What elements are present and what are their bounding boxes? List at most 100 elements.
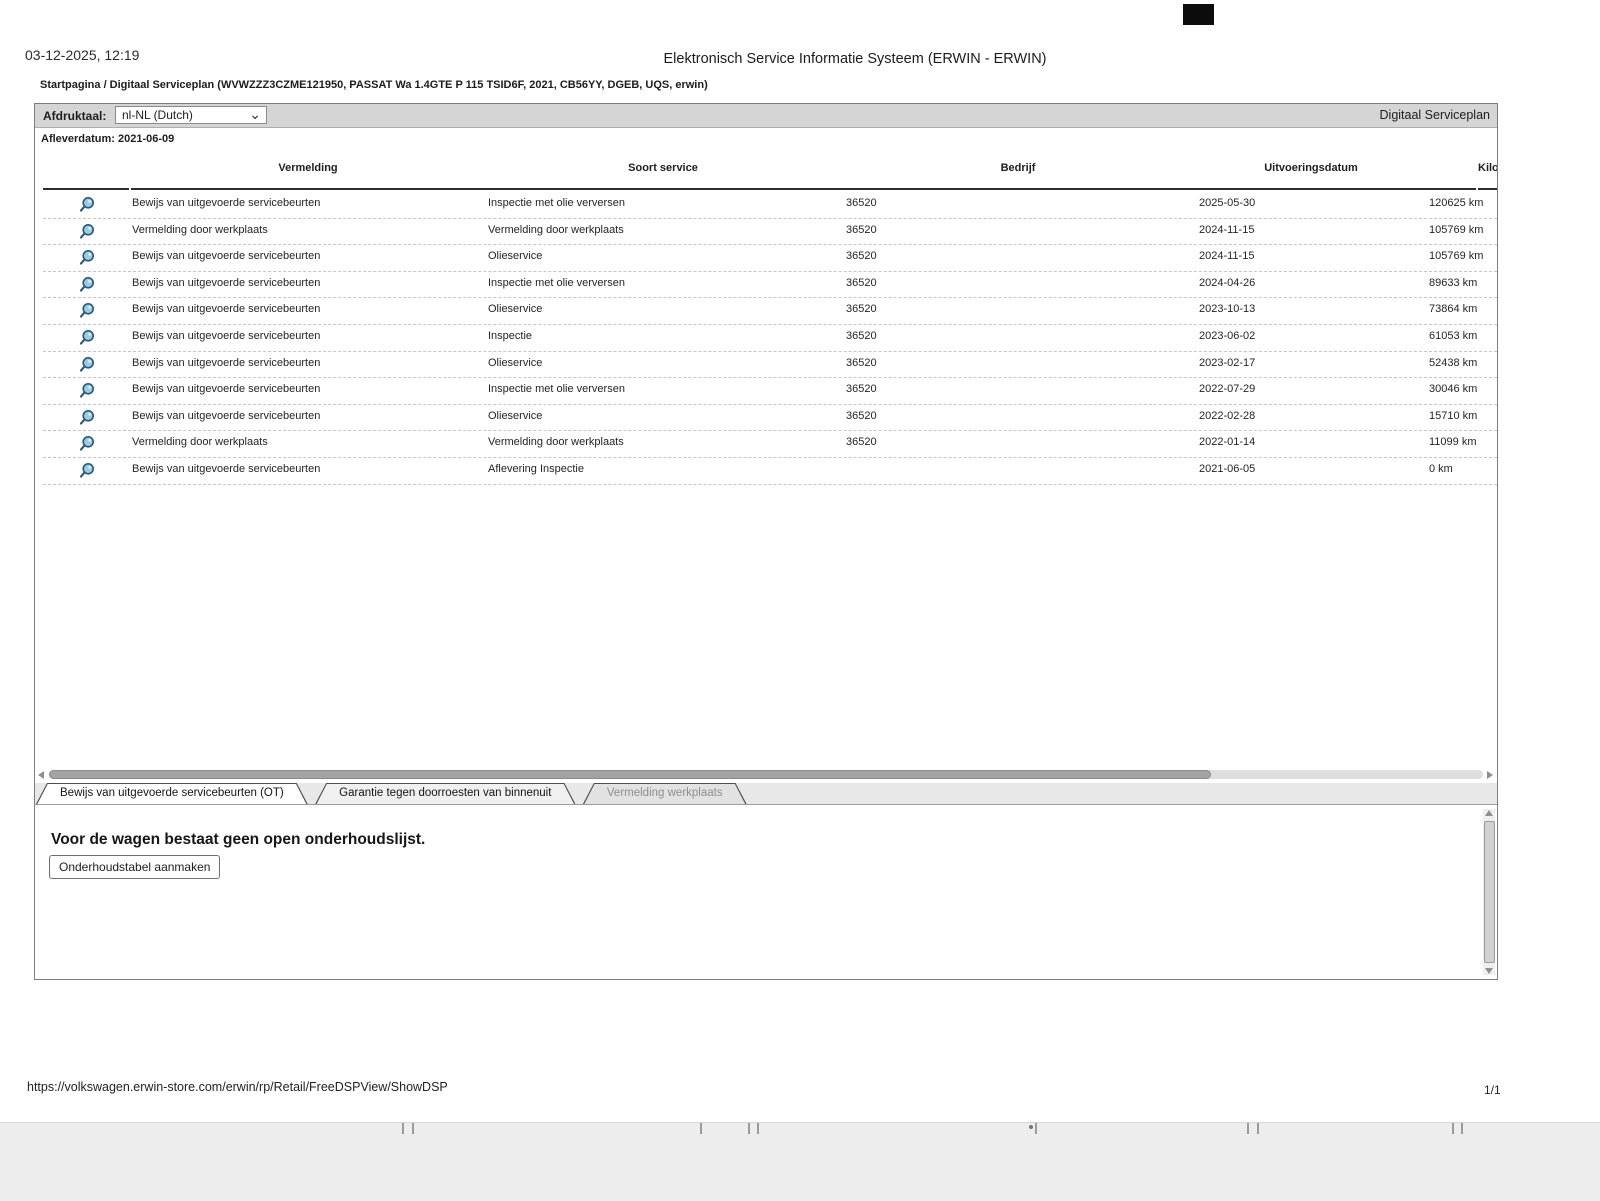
- magnifier-icon[interactable]: [79, 462, 95, 479]
- table-row: Vermelding door werkplaats Vermelding do…: [43, 219, 1497, 246]
- tab-2[interactable]: Garantie tegen doorroesten van binnenuit: [315, 783, 575, 804]
- breadcrumb: Startpagina / Digitaal Serviceplan (WVWZ…: [40, 79, 708, 91]
- row-uitvoeringsdatum: 2024-04-26: [1199, 276, 1256, 289]
- row-vermelding: Bewijs van uitgevoerde servicebeurten: [132, 329, 321, 342]
- scan-artifact-tick: [1461, 1123, 1463, 1134]
- row-soort-service: Vermelding door werkplaats: [488, 436, 624, 449]
- magnifier-icon[interactable]: [79, 409, 95, 426]
- column-header-kilometerstand: Kilo: [1478, 162, 1498, 174]
- create-maintenance-table-button[interactable]: Onderhoudstabel aanmaken: [49, 855, 221, 879]
- scan-artifact-tick: [402, 1123, 404, 1134]
- table-header-rule: [43, 188, 129, 190]
- column-header-vermelding: Vermelding: [278, 162, 338, 174]
- row-bedrijf: 36520: [846, 197, 877, 209]
- scan-artifact-tick: [748, 1123, 750, 1134]
- vscroll-down-arrow-icon[interactable]: [1485, 968, 1493, 974]
- row-uitvoeringsdatum: 2024-11-15: [1199, 223, 1255, 236]
- row-bedrijf: 36520: [846, 409, 877, 422]
- scan-artifact-tick: [1035, 1123, 1037, 1134]
- delivery-date: Afleverdatum: 2021-06-09: [41, 133, 175, 145]
- row-vermelding: Bewijs van uitgevoerde servicebeurten: [132, 250, 321, 263]
- row-vermelding: Bewijs van uitgevoerde servicebeurten: [132, 409, 321, 422]
- row-bedrijf: 36520: [846, 303, 877, 316]
- column-header-soort-service: Soort service: [628, 162, 698, 174]
- row-uitvoeringsdatum: 2021-06-05: [1199, 462, 1256, 475]
- hscroll-right-arrow-icon[interactable]: [1487, 771, 1493, 779]
- print-language-label: Afdruktaal:: [43, 109, 107, 123]
- row-kilometerstand: 105769 km: [1429, 223, 1484, 236]
- tab-3[interactable]: Vermelding werkplaats: [583, 783, 747, 804]
- table-row: Bewijs van uitgevoerde servicebeurten Ol…: [43, 245, 1497, 272]
- row-soort-service: Olieservice: [488, 356, 543, 369]
- no-open-maintenance-message: Voor de wagen bestaat geen open onderhou…: [51, 831, 426, 848]
- magnifier-icon[interactable]: [79, 382, 95, 399]
- magnifier-icon[interactable]: [79, 435, 95, 452]
- row-vermelding: Bewijs van uitgevoerde servicebeurten: [132, 356, 321, 369]
- vscroll-up-arrow-icon[interactable]: [1485, 810, 1493, 816]
- scan-artifact-tick: [700, 1123, 702, 1134]
- row-bedrijf: 36520: [846, 250, 877, 263]
- row-kilometerstand: 15710 km: [1429, 409, 1478, 422]
- tab-label: Garantie tegen doorroesten van binnenuit: [339, 787, 552, 799]
- row-kilometerstand: 73864 km: [1429, 303, 1478, 316]
- table-row: Bewijs van uitgevoerde servicebeurten Ol…: [43, 352, 1497, 379]
- row-soort-service: Olieservice: [488, 250, 543, 263]
- row-kilometerstand: 120625 km: [1429, 197, 1484, 209]
- print-toolbar: Afdruktaal: nl-NL (Dutch) ⌄ Digitaal Ser…: [35, 104, 1497, 128]
- scan-artifact-dot: [1029, 1125, 1033, 1129]
- table-row: Bewijs van uitgevoerde servicebeurten In…: [43, 325, 1497, 352]
- page-title: Elektronisch Service Informatie Systeem …: [663, 51, 1047, 67]
- table-row: Bewijs van uitgevoerde servicebeurten In…: [43, 192, 1497, 219]
- tab-label: Bewijs van uitgevoerde servicebeurten (O…: [60, 787, 284, 799]
- magnifier-icon[interactable]: [79, 356, 95, 373]
- table-body: Bewijs van uitgevoerde servicebeurten In…: [35, 192, 1497, 485]
- magnifier-icon[interactable]: [79, 276, 95, 293]
- scan-artifact-tick: [412, 1123, 414, 1134]
- tab-label: Vermelding werkplaats: [606, 787, 723, 799]
- table-row: Bewijs van uitgevoerde servicebeurten In…: [43, 378, 1497, 405]
- row-uitvoeringsdatum: 2022-07-29: [1199, 383, 1256, 396]
- row-soort-service: Inspectie met olie verversen: [488, 276, 625, 289]
- hscroll-thumb[interactable]: [49, 770, 1211, 779]
- row-kilometerstand: 11099 km: [1429, 436, 1477, 449]
- row-bedrijf: 36520: [846, 223, 877, 236]
- magnifier-icon[interactable]: [79, 249, 95, 266]
- print-language-select[interactable]: nl-NL (Dutch) ⌄: [115, 106, 267, 124]
- row-soort-service: Inspectie: [488, 329, 533, 342]
- row-bedrijf: 36520: [846, 356, 877, 369]
- row-bedrijf: 36520: [846, 276, 877, 289]
- service-plan-window: Afdruktaal: nl-NL (Dutch) ⌄ Digitaal Ser…: [34, 103, 1498, 980]
- table-row: Vermelding door werkplaats Vermelding do…: [43, 431, 1497, 458]
- magnifier-icon[interactable]: [79, 223, 95, 240]
- scan-artifact-tick: [1257, 1123, 1259, 1134]
- row-uitvoeringsdatum: 2022-02-28: [1199, 409, 1256, 422]
- row-uitvoeringsdatum: 2024-11-15: [1199, 250, 1255, 263]
- row-soort-service: Olieservice: [488, 303, 543, 316]
- magnifier-icon[interactable]: [79, 196, 95, 213]
- row-soort-service: Aflevering Inspectie: [488, 462, 584, 475]
- chevron-down-icon: ⌄: [249, 106, 261, 122]
- hscroll-left-arrow-icon[interactable]: [38, 771, 44, 779]
- row-bedrijf: 36520: [846, 436, 877, 449]
- row-bedrijf: 36520: [846, 383, 877, 396]
- toolbar-right-title: Digitaal Serviceplan: [1379, 108, 1490, 122]
- scan-artifact-band: [0, 1122, 1600, 1201]
- row-uitvoeringsdatum: 2025-05-30: [1199, 197, 1256, 209]
- row-kilometerstand: 61053 km: [1429, 329, 1478, 342]
- row-uitvoeringsdatum: 2022-01-14: [1199, 436, 1256, 449]
- magnifier-icon[interactable]: [79, 329, 95, 346]
- row-vermelding: Vermelding door werkplaats: [132, 223, 268, 236]
- pane-vertical-scrollbar[interactable]: [1483, 809, 1495, 975]
- table-header-rule: [131, 188, 1476, 190]
- row-uitvoeringsdatum: 2023-02-17: [1199, 356, 1256, 369]
- vscroll-thumb[interactable]: [1484, 821, 1495, 963]
- row-vermelding: Bewijs van uitgevoerde servicebeurten: [132, 383, 321, 396]
- row-kilometerstand: 0 km: [1429, 462, 1453, 475]
- table-row: Bewijs van uitgevoerde servicebeurten In…: [43, 272, 1497, 299]
- scan-artifact-black-box: [1183, 4, 1214, 25]
- row-vermelding: Bewijs van uitgevoerde servicebeurten: [132, 462, 321, 475]
- scan-artifact-tick: [1452, 1123, 1454, 1134]
- magnifier-icon[interactable]: [79, 302, 95, 319]
- row-kilometerstand: 30046 km: [1429, 383, 1478, 396]
- tab-1[interactable]: Bewijs van uitgevoerde servicebeurten (O…: [36, 783, 308, 804]
